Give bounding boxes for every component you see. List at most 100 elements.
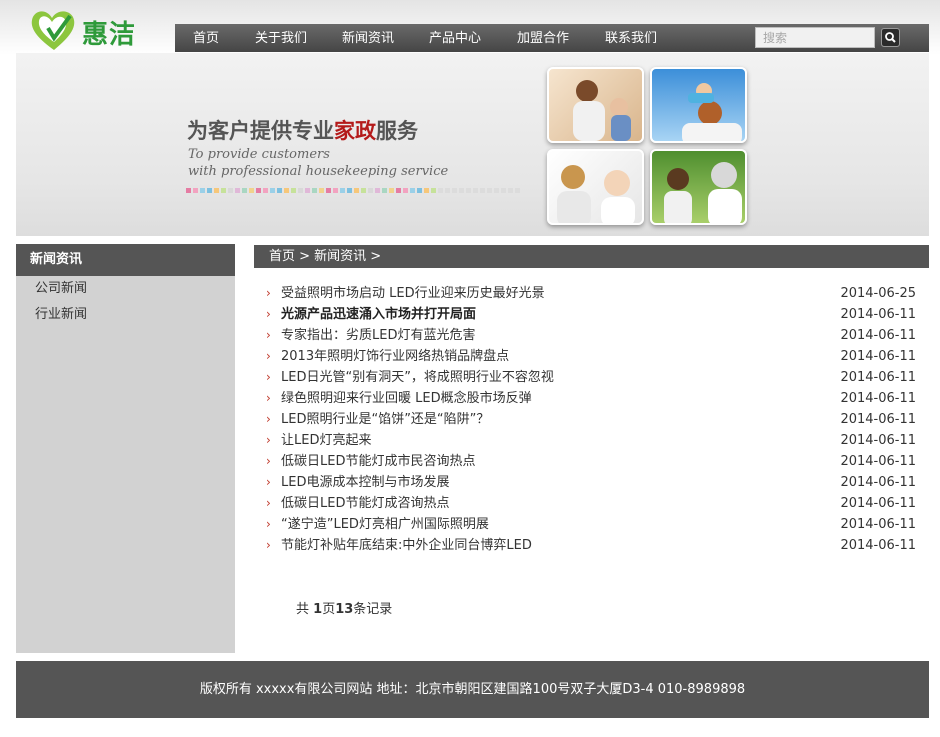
color-dot	[368, 188, 373, 193]
news-date: 2014-06-11	[840, 391, 916, 406]
chevron-right-icon: ›	[266, 307, 271, 321]
banner-title-highlight: 家政	[334, 119, 376, 143]
nav-item-news[interactable]: 新闻资讯	[342, 24, 394, 52]
color-dot	[207, 188, 212, 193]
news-date: 2014-06-11	[840, 349, 916, 364]
news-title-link[interactable]: 专家指出：劣质LED灯有蓝光危害	[281, 325, 475, 346]
color-dot	[284, 188, 289, 193]
news-item[interactable]: › LED日光管“别有洞天”，将成照明行业不容忽视 2014-06-11	[266, 367, 916, 388]
color-dot	[515, 188, 520, 193]
family-photo-4	[650, 149, 747, 225]
color-dot	[249, 188, 254, 193]
color-dot	[340, 188, 345, 193]
chevron-right-icon: ›	[266, 454, 271, 468]
news-date: 2014-06-11	[840, 412, 916, 427]
banner-subtitle-line2: with professional housekeeping service	[188, 164, 449, 179]
color-dot	[417, 188, 422, 193]
color-dot	[298, 188, 303, 193]
nav-item-contact[interactable]: 联系我们	[605, 24, 657, 52]
news-date: 2014-06-11	[840, 496, 916, 511]
color-dot	[200, 188, 205, 193]
news-date: 2014-06-11	[840, 328, 916, 343]
color-dot	[193, 188, 198, 193]
color-dot	[291, 188, 296, 193]
color-dot	[270, 188, 275, 193]
news-title-link[interactable]: LED电源成本控制与市场发展	[281, 472, 449, 493]
news-item[interactable]: › “遂宁造”LED灯亮相广州国际照明展 2014-06-11	[266, 514, 916, 535]
pager-prefix: 共	[296, 602, 314, 617]
color-dot	[494, 188, 499, 193]
news-title-link[interactable]: LED照明行业是“馅饼”还是“陷阱”？	[281, 409, 489, 430]
color-dot	[473, 188, 478, 193]
chevron-right-icon: ›	[266, 349, 271, 363]
news-list: › 受益照明市场启动 LED行业迎来历史最好光景 2014-06-25 › 光源产品迅速…	[266, 283, 916, 556]
color-dot	[333, 188, 338, 193]
news-item[interactable]: › LED电源成本控制与市场发展 2014-06-11	[266, 472, 916, 493]
news-item[interactable]: › 低碳日LED节能灯成咨询热点 2014-06-11	[266, 493, 916, 514]
nav-item-franchise[interactable]: 加盟合作	[517, 24, 569, 52]
color-dot	[459, 188, 464, 193]
news-title-link[interactable]: 2013年照明灯饰行业网络热销品牌盘点	[281, 346, 509, 367]
news-item[interactable]: › 受益照明市场启动 LED行业迎来历史最好光景 2014-06-25	[266, 283, 916, 304]
color-dot	[508, 188, 513, 193]
news-date: 2014-06-11	[840, 454, 916, 469]
banner-title-prefix: 为客户提供专业	[187, 119, 334, 143]
color-dot	[438, 188, 443, 193]
news-title-link[interactable]: 光源产品迅速涌入市场并打开局面	[281, 304, 476, 325]
chevron-right-icon: ›	[266, 286, 271, 300]
news-item[interactable]: › 让LED灯亮起来 2014-06-11	[266, 430, 916, 451]
news-date: 2014-06-11	[840, 517, 916, 532]
news-item[interactable]: › 低碳日LED节能灯成市民咨询热点 2014-06-11	[266, 451, 916, 472]
search-input[interactable]	[755, 27, 875, 48]
news-title-link[interactable]: 绿色照明迎来行业回暖 LED概念股市场反弹	[281, 388, 532, 409]
news-title-link[interactable]: 让LED灯亮起来	[281, 430, 371, 451]
color-dot	[466, 188, 471, 193]
sidebar-item-company-news[interactable]: 公司新闻	[16, 276, 235, 302]
sidebar-item-industry-news[interactable]: 行业新闻	[16, 302, 235, 328]
pager-mid: 页	[322, 602, 336, 617]
news-title-link[interactable]: 节能灯补贴年底结束:中外企业同台博弈LED	[281, 535, 532, 556]
news-item[interactable]: › 2013年照明灯饰行业网络热销品牌盘点 2014-06-11	[266, 346, 916, 367]
news-title-link[interactable]: 低碳日LED节能灯成咨询热点	[281, 493, 449, 514]
chevron-right-icon: ›	[266, 496, 271, 510]
banner-title: 为客户提供专业家政服务	[187, 115, 418, 145]
sidebar-title: 新闻资讯	[16, 244, 235, 276]
nav-item-home[interactable]: 首页	[193, 24, 219, 52]
news-title-link[interactable]: LED日光管“别有洞天”，将成照明行业不容忽视	[281, 367, 554, 388]
news-title-link[interactable]: 受益照明市场启动 LED行业迎来历史最好光景	[281, 283, 545, 304]
news-item[interactable]: › 节能灯补贴年底结束:中外企业同台博弈LED 2014-06-11	[266, 535, 916, 556]
search-icon	[882, 29, 899, 46]
chevron-right-icon: ›	[266, 328, 271, 342]
news-date: 2014-06-11	[840, 433, 916, 448]
color-dot	[487, 188, 492, 193]
chevron-right-icon: ›	[266, 475, 271, 489]
search-button[interactable]	[881, 28, 900, 47]
color-dot	[354, 188, 359, 193]
news-item[interactable]: › 绿色照明迎来行业回暖 LED概念股市场反弹 2014-06-11	[266, 388, 916, 409]
breadcrumb[interactable]: 首页 > 新闻资讯 >	[254, 245, 929, 268]
news-item[interactable]: › LED照明行业是“馅饼”还是“陷阱”？ 2014-06-11	[266, 409, 916, 430]
color-dot	[214, 188, 219, 193]
color-dot	[256, 188, 261, 193]
color-dot	[277, 188, 282, 193]
nav-item-products[interactable]: 产品中心	[429, 24, 481, 52]
logo-text[interactable]: 惠洁	[82, 14, 136, 51]
pager-pages: 1	[313, 602, 323, 617]
family-photo-2	[650, 67, 747, 143]
pager-count: 13	[335, 602, 354, 617]
nav-item-about[interactable]: 关于我们	[255, 24, 307, 52]
news-date: 2014-06-11	[840, 307, 916, 322]
color-dot	[410, 188, 415, 193]
color-dot	[445, 188, 450, 193]
color-dot	[501, 188, 506, 193]
sidebar: 新闻资讯 公司新闻 行业新闻	[16, 244, 235, 653]
color-dot	[347, 188, 352, 193]
news-title-link[interactable]: 低碳日LED节能灯成市民咨询热点	[281, 451, 475, 472]
news-title-link[interactable]: “遂宁造”LED灯亮相广州国际照明展	[281, 514, 489, 535]
color-dot	[452, 188, 457, 193]
color-dot	[389, 188, 394, 193]
color-dot	[382, 188, 387, 193]
news-item[interactable]: › 光源产品迅速涌入市场并打开局面 2014-06-11	[266, 304, 916, 325]
news-item[interactable]: › 专家指出：劣质LED灯有蓝光危害 2014-06-11	[266, 325, 916, 346]
banner-subtitle-line1: To provide customers	[188, 147, 330, 162]
